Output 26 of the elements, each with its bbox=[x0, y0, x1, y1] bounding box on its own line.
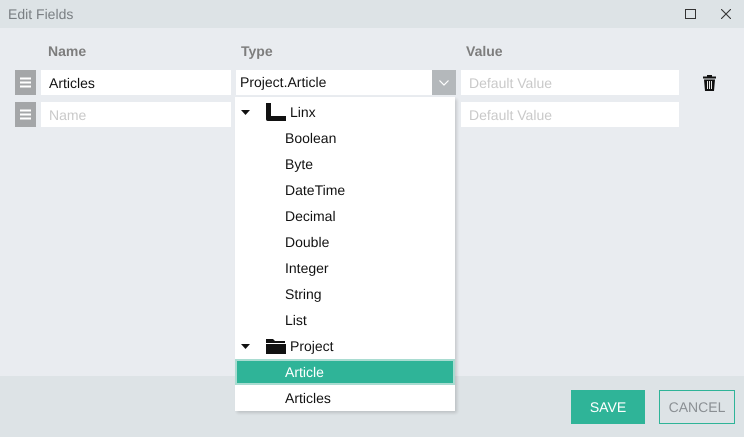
drag-handle-icon[interactable] bbox=[15, 70, 36, 95]
tree-item[interactable]: Articles bbox=[235, 385, 455, 411]
close-icon[interactable] bbox=[721, 9, 731, 19]
drag-handle-icon[interactable] bbox=[15, 102, 36, 127]
tree-item[interactable]: Integer bbox=[235, 255, 455, 281]
tree-item[interactable]: List bbox=[235, 307, 455, 333]
type-dropdown[interactable]: Project.Article bbox=[236, 70, 456, 95]
tree-item[interactable]: Byte bbox=[235, 151, 455, 177]
tree-item[interactable]: Boolean bbox=[235, 125, 455, 151]
name-field[interactable]: Articles bbox=[41, 70, 231, 95]
caret-icon[interactable] bbox=[241, 108, 250, 116]
column-header: Type bbox=[240, 42, 274, 61]
tree-item[interactable]: Double bbox=[235, 229, 455, 255]
column-header: Value bbox=[465, 42, 504, 61]
folder-icon bbox=[266, 338, 286, 354]
maximize-icon[interactable] bbox=[684, 9, 696, 19]
tree-group-label[interactable]: Linx bbox=[290, 104, 316, 120]
library-icon bbox=[266, 103, 286, 121]
caret-icon[interactable] bbox=[241, 342, 250, 350]
column-header: Name bbox=[47, 42, 88, 61]
tree-item[interactable]: String bbox=[235, 281, 455, 307]
tree-item[interactable]: Decimal bbox=[235, 203, 455, 229]
window-title: Edit Fields bbox=[8, 6, 74, 22]
tree-item[interactable]: DateTime bbox=[235, 177, 455, 203]
tree-group-label[interactable]: Project bbox=[290, 338, 334, 354]
trash-icon[interactable] bbox=[703, 74, 716, 90]
